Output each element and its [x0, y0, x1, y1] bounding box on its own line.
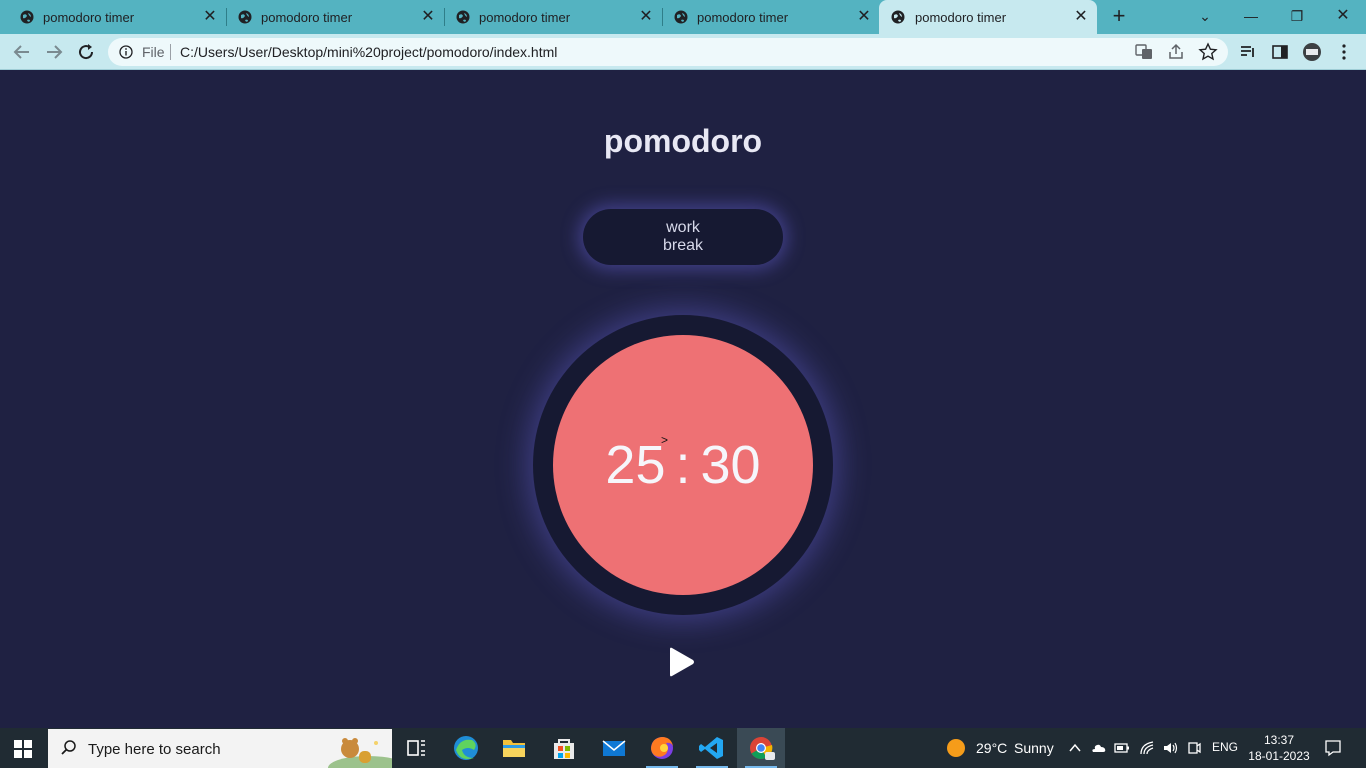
timer-display: 25:30 [553, 435, 813, 495]
globe-icon [891, 10, 905, 24]
page-viewport: pomodoro work break 25:30 > [0, 71, 1366, 728]
mode-option-break[interactable]: break [583, 237, 783, 255]
forward-icon[interactable] [42, 40, 66, 64]
close-tab-icon[interactable]: ✕ [420, 9, 436, 25]
omnibox-divider [170, 44, 171, 60]
timer-seconds: 30 [700, 435, 761, 495]
chrome-taskbar-item[interactable] [737, 728, 785, 768]
side-panel-icon[interactable] [1270, 42, 1290, 62]
taskbar: Type here to search 29°C Sunny ENG 13:37… [0, 728, 1366, 768]
tab-title: pomodoro timer [697, 10, 789, 25]
mode-selector: work break [583, 209, 783, 265]
task-view-icon[interactable] [392, 728, 440, 768]
page-title: pomodoro [603, 123, 763, 159]
tab-title: pomodoro timer [915, 10, 1007, 25]
globe-icon [456, 10, 470, 24]
restore-button[interactable]: ❐ [1286, 6, 1308, 26]
sun-weather-icon[interactable] [946, 738, 966, 758]
globe-icon [674, 10, 688, 24]
close-tab-icon[interactable]: ✕ [1073, 9, 1089, 25]
close-tab-icon[interactable]: ✕ [202, 9, 218, 25]
minimize-button[interactable]: — [1240, 6, 1262, 26]
input-language[interactable]: ENG [1212, 740, 1238, 754]
notifications-icon[interactable] [1324, 739, 1342, 757]
browser-tab[interactable]: pomodoro timer ✕ [0, 0, 226, 34]
browser-tab[interactable]: pomodoro timer ✕ [654, 0, 880, 34]
clock-date: 18-01-2023 [1248, 749, 1310, 763]
battery-icon[interactable] [1114, 740, 1130, 756]
globe-icon [20, 10, 34, 24]
search-highlight-illustration-icon [328, 738, 392, 768]
browser-tab-active[interactable]: pomodoro timer ✕ [879, 0, 1097, 34]
timer-face[interactable]: 25:30 > [553, 335, 813, 595]
browser-tab[interactable]: pomodoro timer ✕ [218, 0, 444, 34]
back-icon[interactable] [10, 40, 34, 64]
tab-title: pomodoro timer [479, 10, 571, 25]
url-text[interactable]: C:/Users/User/Desktop/mini%20project/pom… [180, 44, 557, 60]
clock-time: 13:37 [1263, 733, 1295, 747]
vscode-taskbar-item[interactable] [688, 728, 736, 768]
info-icon[interactable] [119, 45, 133, 59]
globe-icon [238, 10, 252, 24]
firefox-taskbar-item[interactable] [638, 728, 686, 768]
translate-icon[interactable] [1134, 42, 1154, 62]
reload-icon[interactable] [74, 40, 98, 64]
mail-icon[interactable] [590, 728, 638, 768]
search-placeholder: Type here to search [88, 741, 221, 758]
timer-separator: : [675, 435, 691, 495]
tab-search-icon[interactable]: ⌄ [1194, 6, 1216, 26]
browser-tab-strip: pomodoro timer ✕ pomodoro timer ✕ pomodo… [0, 0, 1366, 34]
wifi-icon[interactable] [1139, 740, 1155, 756]
more-menu-icon[interactable] [1334, 42, 1354, 62]
weather-condition[interactable]: Sunny [1014, 740, 1054, 756]
taskbar-clock[interactable]: 13:37 18-01-2023 [1244, 732, 1314, 764]
browser-tab[interactable]: pomodoro timer ✕ [436, 0, 662, 34]
timer-ring: 25:30 > [533, 315, 833, 615]
close-tab-icon[interactable]: ✕ [856, 9, 872, 25]
address-bar[interactable]: File C:/Users/User/Desktop/mini%20projec… [108, 38, 1228, 66]
mode-option-work[interactable]: work [583, 219, 783, 237]
scheme-label: File [142, 44, 165, 60]
timer-minutes: 25 [605, 435, 666, 495]
tab-title: pomodoro timer [261, 10, 353, 25]
profile-avatar-icon[interactable] [1300, 42, 1324, 62]
taskbar-search[interactable]: Type here to search [48, 729, 392, 768]
browser-toolbar: File C:/Users/User/Desktop/mini%20projec… [0, 34, 1366, 70]
share-icon[interactable] [1166, 42, 1186, 62]
cursor-glyph: > [661, 433, 669, 447]
onedrive-cloud-icon[interactable] [1090, 740, 1106, 756]
volume-icon[interactable] [1162, 740, 1178, 756]
reading-list-icon[interactable] [1238, 42, 1258, 62]
chevron-up-icon[interactable] [1067, 740, 1083, 756]
microsoft-store-icon[interactable] [540, 728, 588, 768]
chrome-icon [750, 737, 775, 760]
close-window-button[interactable]: ✕ [1332, 6, 1354, 26]
weather-temperature[interactable]: 29°C [976, 740, 1007, 756]
search-icon [61, 740, 76, 755]
bookmark-star-icon[interactable] [1198, 42, 1218, 62]
play-icon[interactable] [666, 646, 696, 678]
vscode-icon [699, 737, 723, 759]
edge-browser-icon[interactable] [442, 728, 490, 768]
close-tab-icon[interactable]: ✕ [638, 9, 654, 25]
new-tab-button[interactable]: + [1109, 5, 1129, 27]
tab-title: pomodoro timer [43, 10, 135, 25]
file-explorer-icon[interactable] [490, 728, 538, 768]
meet-now-icon[interactable] [1186, 740, 1202, 756]
windows-start-icon[interactable] [14, 740, 32, 758]
firefox-icon [651, 737, 673, 759]
